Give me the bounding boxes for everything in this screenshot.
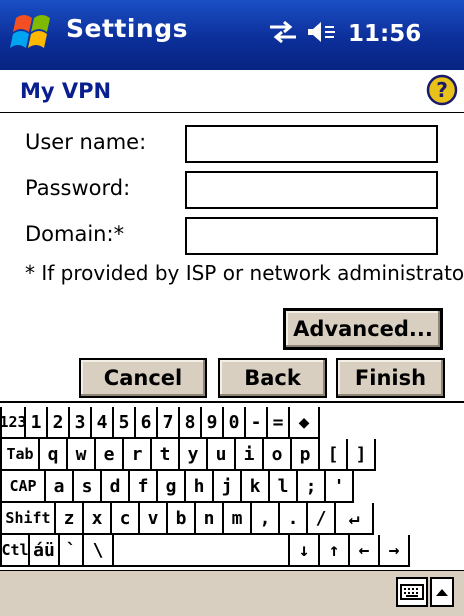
page-title: My VPN <box>20 79 112 103</box>
key-s[interactable]: s <box>74 471 102 503</box>
keyboard-row-4: Shift z x c v b n m,. / ↵ <box>0 503 464 535</box>
key-l[interactable]: l <box>270 471 298 503</box>
key-3[interactable]: 3 <box>70 407 92 439</box>
soft-keyboard: 123 1 2 3 4 5 6 7 8 9 0- = ◆ Tab q w e r t y u i o p[] CAP a s d f… <box>0 401 464 570</box>
key-accents[interactable]: áü <box>30 535 60 567</box>
input-menu-arrow-icon[interactable] <box>430 577 454 607</box>
key-5[interactable]: 5 <box>114 407 136 439</box>
back-button[interactable]: Back <box>218 358 327 398</box>
key-left[interactable]: ← <box>350 535 380 567</box>
key-backspace[interactable]: ◆ <box>290 407 320 439</box>
help-icon[interactable]: ? <box>426 74 458 106</box>
page-header: My VPN ? <box>0 70 464 113</box>
domain-note: * If provided by ISP or network administ… <box>25 261 464 285</box>
key-y[interactable]: y <box>180 439 208 471</box>
title-bar: Settings 11:56 <box>0 0 464 70</box>
key-i[interactable]: i <box>236 439 264 471</box>
key-backtick[interactable]: ` <box>60 535 84 567</box>
key-minus[interactable]: - <box>246 407 268 439</box>
key-0[interactable]: 0 <box>224 407 246 439</box>
key-enter[interactable]: ↵ <box>336 503 374 535</box>
keyboard-row-5: Ctl áü ` \ ↓ ↑ ← → <box>0 535 464 567</box>
key-8[interactable]: 8 <box>180 407 202 439</box>
domain-label: Domain:* <box>25 222 125 246</box>
key-tab[interactable]: Tab <box>0 439 40 471</box>
key-k[interactable]: k <box>242 471 270 503</box>
key-1[interactable]: 1 <box>26 407 48 439</box>
key-right[interactable]: → <box>380 535 410 567</box>
key-p[interactable]: p <box>292 439 320 471</box>
advanced-button[interactable]: Advanced... <box>283 308 443 350</box>
bottom-bar <box>0 570 464 616</box>
key-h[interactable]: h <box>186 471 214 503</box>
key-123[interactable]: 123 <box>0 407 27 439</box>
clock[interactable]: 11:56 <box>348 21 421 47</box>
key-period[interactable]: . <box>280 503 308 535</box>
key-e[interactable]: e <box>96 439 124 471</box>
key-d[interactable]: d <box>102 471 130 503</box>
key-equals[interactable]: = <box>268 407 290 439</box>
key-q[interactable]: q <box>40 439 68 471</box>
key-shift[interactable]: Shift <box>0 503 56 535</box>
keyboard-row-1: 123 1 2 3 4 5 6 7 8 9 0- = ◆ <box>0 407 464 439</box>
key-9[interactable]: 9 <box>202 407 224 439</box>
key-z[interactable]: z <box>56 503 84 535</box>
key-j[interactable]: j <box>214 471 242 503</box>
key-m[interactable]: m <box>224 503 252 535</box>
key-backslash[interactable]: \ <box>84 535 114 567</box>
key-space[interactable] <box>114 535 290 567</box>
key-quote[interactable]: ' <box>326 471 354 503</box>
svg-text:?: ? <box>436 78 448 102</box>
key-caps[interactable]: CAP <box>0 471 46 503</box>
key-f[interactable]: f <box>130 471 158 503</box>
key-n[interactable]: n <box>196 503 224 535</box>
key-comma[interactable]: , <box>252 503 280 535</box>
key-t[interactable]: t <box>152 439 180 471</box>
key-c[interactable]: c <box>112 503 140 535</box>
key-ctrl[interactable]: Ctl <box>0 535 30 567</box>
keyboard-row-3: CAP a s d f g h j k l; ' <box>0 471 464 503</box>
domain-field[interactable] <box>185 217 438 255</box>
key-u[interactable]: u <box>208 439 236 471</box>
speaker-icon[interactable] <box>306 19 336 49</box>
finish-button[interactable]: Finish <box>336 358 445 398</box>
key-down[interactable]: ↓ <box>290 535 320 567</box>
windows-start-icon[interactable] <box>10 8 58 58</box>
key-rbracket[interactable]: ] <box>348 439 376 471</box>
key-lbracket[interactable]: [ <box>320 439 348 471</box>
app-title: Settings <box>66 14 189 43</box>
key-x[interactable]: x <box>84 503 112 535</box>
username-field[interactable] <box>185 125 438 163</box>
key-b[interactable]: b <box>168 503 196 535</box>
key-g[interactable]: g <box>158 471 186 503</box>
connectivity-icon[interactable] <box>268 20 298 48</box>
key-4[interactable]: 4 <box>92 407 114 439</box>
cancel-button[interactable]: Cancel <box>79 358 207 398</box>
password-field[interactable] <box>185 171 438 209</box>
keyboard-row-2: Tab q w e r t y u i o p[] <box>0 439 464 471</box>
key-up[interactable]: ↑ <box>320 535 350 567</box>
key-7[interactable]: 7 <box>158 407 180 439</box>
key-a[interactable]: a <box>46 471 74 503</box>
key-r[interactable]: r <box>124 439 152 471</box>
key-w[interactable]: w <box>68 439 96 471</box>
key-semicolon[interactable]: ; <box>298 471 326 503</box>
key-o[interactable]: o <box>264 439 292 471</box>
password-label: Password: <box>25 176 131 200</box>
keyboard-icon[interactable] <box>396 577 428 607</box>
key-slash[interactable]: / <box>308 503 336 535</box>
key-v[interactable]: v <box>140 503 168 535</box>
key-6[interactable]: 6 <box>136 407 158 439</box>
username-label: User name: <box>25 130 147 154</box>
status-area: 11:56 <box>268 10 421 58</box>
key-2[interactable]: 2 <box>48 407 70 439</box>
